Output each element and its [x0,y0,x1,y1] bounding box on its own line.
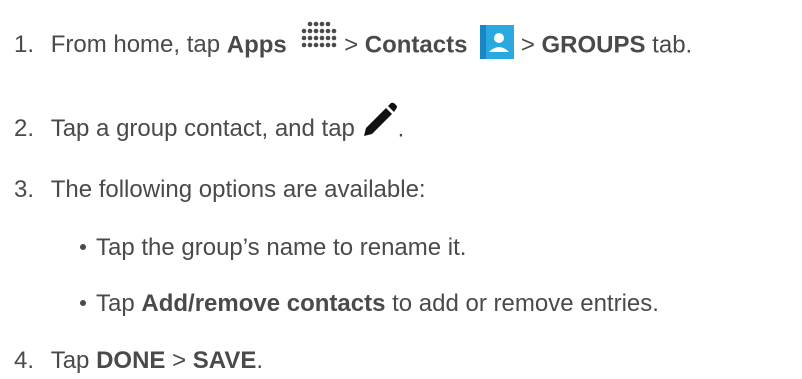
step-text-end: . [256,347,264,374]
separator-text: > [165,347,193,374]
bullet-dot [80,243,86,250]
step-number: 4. [14,347,35,374]
step-text-end: tab. [645,31,693,59]
step-text: Tap a group contact, and tap [50,115,362,143]
step-text-end: . [397,115,405,143]
step-number: 1. [14,31,35,59]
bullet-item-1: Tap the group’s name to rename it. [80,233,466,263]
groups-label: GROUPS [541,31,646,59]
apps-label: Apps [226,31,287,59]
pencil-edit-icon [362,102,398,138]
instructions-page: 1. From home, tap Apps > Contacts > GROU [0,0,802,379]
contacts-icon [480,25,515,59]
step-number: 2. [14,115,35,143]
step-2: 2. Tap a group contact, and tap . [14,102,405,148]
separator-text: > [344,31,365,59]
done-label: DONE [96,347,166,374]
bullet-text: Tap the group’s name to rename it. [96,234,467,261]
bullet-text: Tap [96,290,142,317]
contacts-label: Contacts [364,31,468,59]
save-label: SAVE [192,347,257,374]
step-number: 3. [14,176,35,203]
step-3: 3. The following options are available: [14,175,426,205]
step-text: From home, tap [50,31,227,59]
bullet-dot [80,299,86,306]
bullet-text-end: to add or remove entries. [385,290,659,317]
step-text: The following options are available: [50,176,426,203]
separator-text: > [520,31,542,59]
apps-grid-icon [299,20,337,52]
bullet-item-2: Tap Add/remove contacts to add or remove… [80,289,659,319]
add-remove-contacts-label: Add/remove contacts [141,290,386,317]
step-text: Tap [50,347,97,374]
step-4: 4. Tap DONE > SAVE. [14,346,263,376]
step-1: 1. From home, tap Apps > Contacts > GROU [14,21,693,63]
